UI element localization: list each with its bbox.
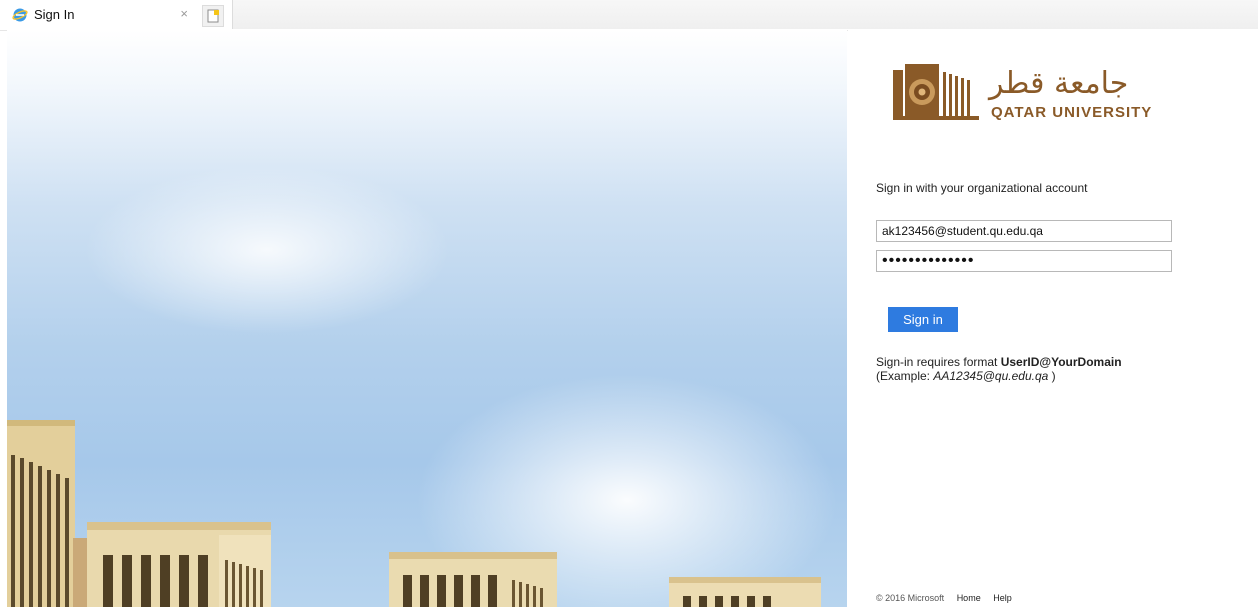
footer-copyright: © 2016 Microsoft <box>876 593 945 603</box>
brand-english-name: QATAR UNIVERSITY <box>991 104 1153 121</box>
footer-link-home[interactable]: Home <box>957 593 981 603</box>
new-tab-icon <box>207 9 219 23</box>
building-illustration <box>7 420 821 607</box>
tab-strip-background <box>232 0 1258 29</box>
sign-in-button[interactable]: Sign in <box>888 307 958 332</box>
building-left <box>7 420 75 607</box>
footer-link-help[interactable]: Help <box>993 593 1012 603</box>
browser-tab-bar: Sign In × <box>0 0 1258 31</box>
password-field[interactable] <box>876 250 1172 272</box>
ie-icon <box>12 8 28 21</box>
email-field[interactable] <box>876 220 1172 242</box>
format-note-format: UserID@YourDomain <box>1000 355 1122 369</box>
tab-sign-in[interactable]: Sign In × <box>0 0 200 29</box>
new-tab-button[interactable] <box>202 5 224 27</box>
hero-image <box>7 30 847 607</box>
building-mid-left <box>73 522 271 607</box>
format-note-example: AA12345@qu.edu.qa <box>933 369 1049 383</box>
format-note-example-prefix: (Example: <box>876 369 934 383</box>
close-tab-icon[interactable]: × <box>180 6 188 21</box>
building-right <box>669 577 821 607</box>
building-center <box>389 552 557 607</box>
brand-arabic-name: جامعة قطر <box>989 66 1129 101</box>
footer: © 2016 Microsoft Home Help <box>876 593 1012 603</box>
sign-in-heading: Sign in with your organizational account <box>876 181 1088 195</box>
format-note-example-suffix: ) <box>1048 369 1056 383</box>
format-note: Sign-in requires format UserID@YourDomai… <box>876 355 1122 383</box>
tab-title: Sign In <box>34 7 75 22</box>
format-note-prefix: Sign-in requires format <box>876 355 1001 369</box>
